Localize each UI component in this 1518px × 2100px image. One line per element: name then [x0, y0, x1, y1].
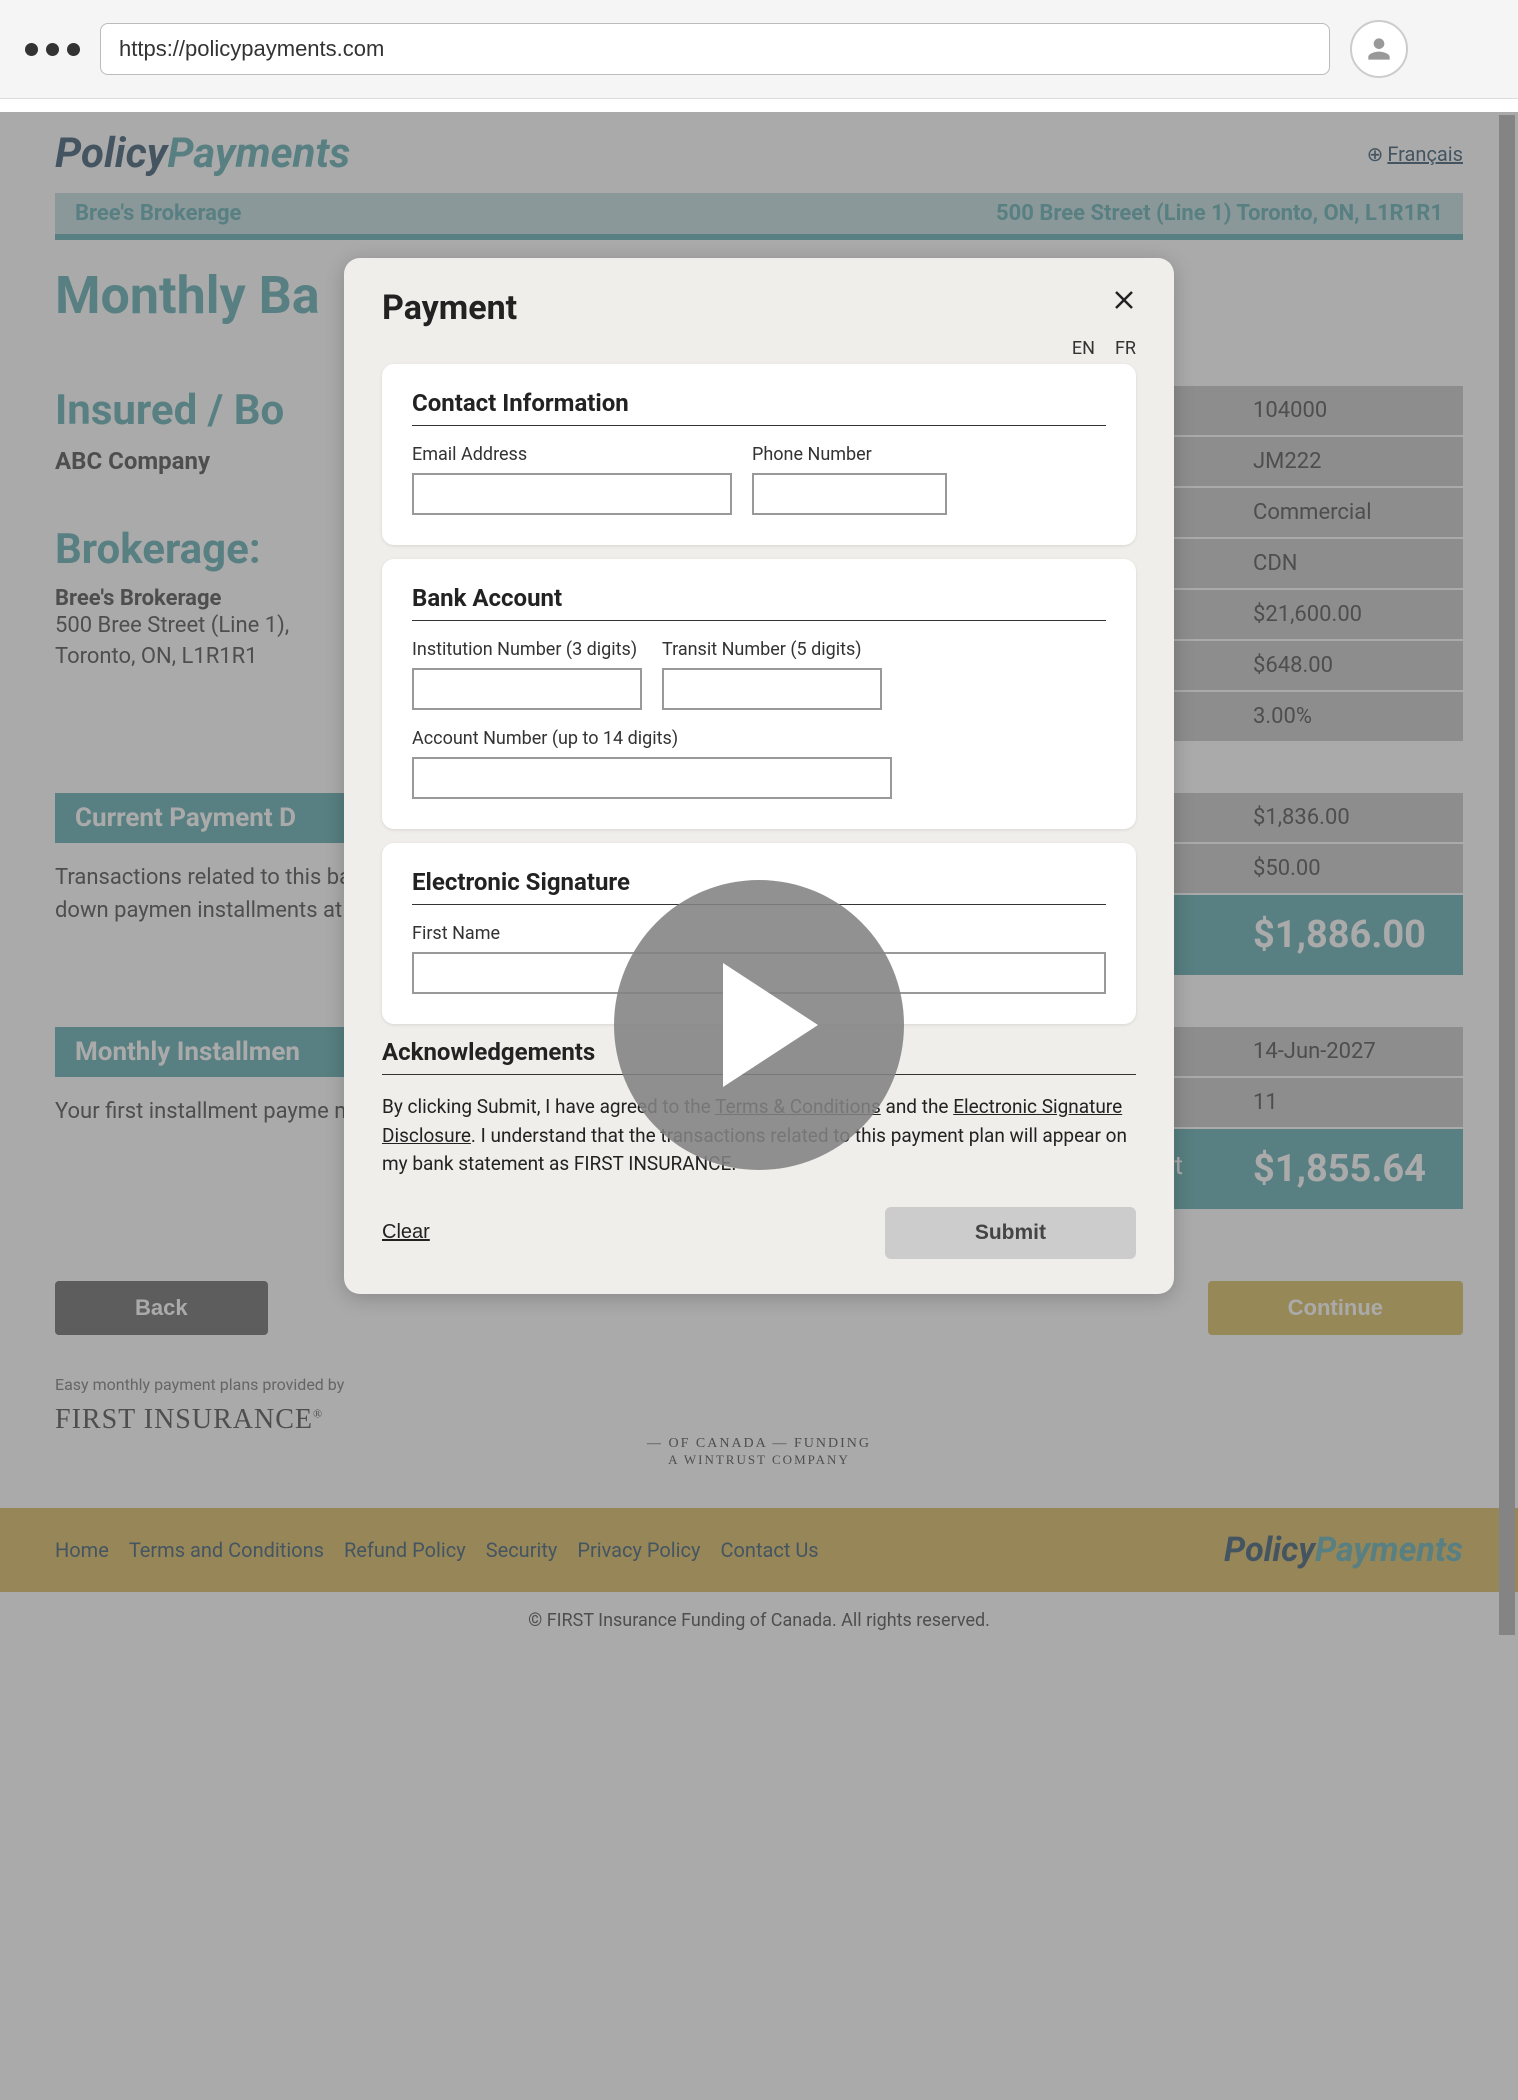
contact-info-card: Contact Information Email Address Phone …: [382, 364, 1136, 545]
lang-en[interactable]: EN: [1072, 338, 1095, 359]
email-label: Email Address: [412, 444, 732, 465]
card-title-contact: Contact Information: [412, 389, 1106, 426]
dot-icon: [67, 43, 80, 56]
close-icon: [1112, 288, 1136, 312]
submit-button[interactable]: Submit: [885, 1207, 1136, 1259]
dot-icon: [46, 43, 59, 56]
phone-input[interactable]: [752, 473, 947, 515]
clear-button[interactable]: Clear: [382, 1221, 430, 1244]
account-label: Account Number (up to 14 digits): [412, 728, 1106, 749]
modal-title: Payment: [382, 288, 517, 328]
play-button[interactable]: [614, 880, 904, 1170]
browser-chrome: [0, 0, 1518, 99]
close-button[interactable]: [1112, 288, 1136, 318]
institution-label: Institution Number (3 digits): [412, 639, 642, 660]
institution-input[interactable]: [412, 668, 642, 710]
card-title-bank: Bank Account: [412, 584, 1106, 621]
ack-text-2: and the: [881, 1095, 953, 1118]
dot-icon: [25, 43, 38, 56]
account-input[interactable]: [412, 757, 892, 799]
lang-fr[interactable]: FR: [1115, 338, 1136, 359]
url-bar[interactable]: [100, 23, 1330, 75]
modal-lang-switcher: EN FR: [382, 338, 1136, 359]
window-controls: [25, 43, 80, 56]
phone-label: Phone Number: [752, 444, 947, 465]
bank-account-card: Bank Account Institution Number (3 digit…: [382, 559, 1136, 829]
email-input[interactable]: [412, 473, 732, 515]
transit-label: Transit Number (5 digits): [662, 639, 882, 660]
profile-button[interactable]: [1350, 20, 1408, 78]
user-icon: [1363, 33, 1395, 65]
play-icon: [723, 963, 818, 1087]
transit-input[interactable]: [662, 668, 882, 710]
